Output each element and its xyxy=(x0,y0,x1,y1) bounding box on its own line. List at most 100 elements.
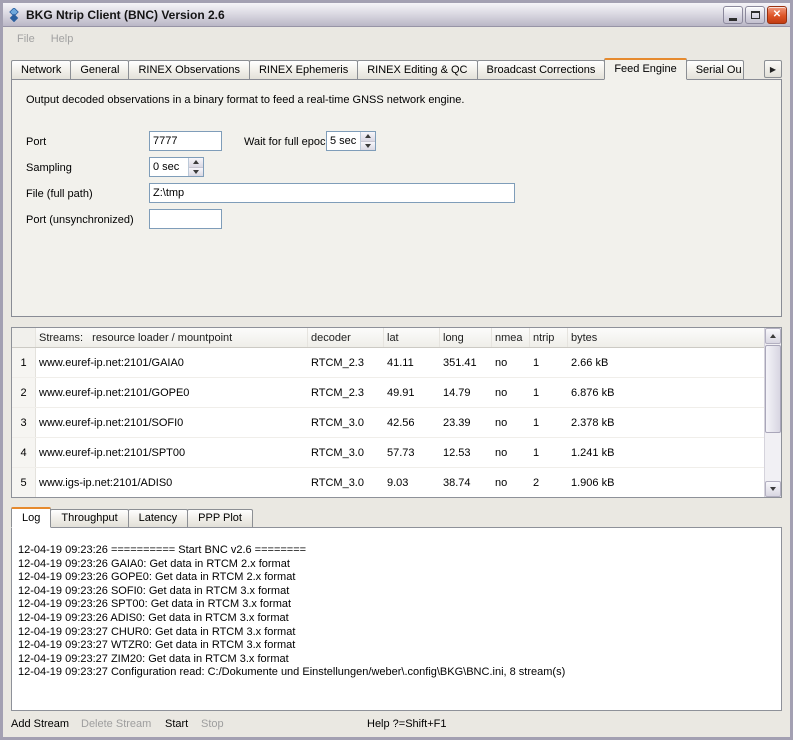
cell-decoder[interactable]: RTCM_2.3 xyxy=(308,348,384,377)
cell-decoder[interactable]: RTCM_2.3 xyxy=(308,378,384,407)
wait-epoch-up-button[interactable] xyxy=(361,132,375,142)
header-ntrip[interactable]: ntrip xyxy=(530,328,568,347)
row-number[interactable]: 2 xyxy=(12,378,36,407)
bottom-tab-bar: Log Throughput Latency PPP Plot xyxy=(11,506,782,527)
header-lat[interactable]: lat xyxy=(384,328,440,347)
table-row[interactable]: 2 www.euref-ip.net:2101/GOPE0 RTCM_2.3 4… xyxy=(12,378,781,408)
menu-help[interactable]: Help xyxy=(43,30,82,48)
tab-serial-output[interactable]: Serial Ou xyxy=(686,60,744,79)
header-bytes[interactable]: bytes xyxy=(568,328,781,347)
cell-lat[interactable]: 41.11 xyxy=(384,348,440,377)
tab-ppp-plot[interactable]: PPP Plot xyxy=(187,509,253,527)
table-row[interactable]: 3 www.euref-ip.net:2101/SOFI0 RTCM_3.0 4… xyxy=(12,408,781,438)
row-number[interactable]: 1 xyxy=(12,348,36,377)
minimize-button[interactable] xyxy=(723,6,743,24)
cell-bytes[interactable]: 1.906 kB xyxy=(568,468,781,497)
cell-long[interactable]: 23.39 xyxy=(440,408,492,437)
cell-nmea[interactable]: no xyxy=(492,438,530,467)
feed-engine-description: Output decoded observations in a binary … xyxy=(26,94,464,106)
cell-lat[interactable]: 57.73 xyxy=(384,438,440,467)
row-number[interactable]: 3 xyxy=(12,408,36,437)
menu-file[interactable]: File xyxy=(9,30,43,48)
header-mountpoint[interactable]: Streams: resource loader / mountpoint xyxy=(36,328,308,347)
cell-ntrip[interactable]: 1 xyxy=(530,378,568,407)
table-row[interactable]: 5 www.igs-ip.net:2101/ADIS0 RTCM_3.0 9.0… xyxy=(12,468,781,498)
arrow-up-icon xyxy=(770,334,776,338)
scroll-down-button[interactable] xyxy=(765,481,781,497)
cell-nmea[interactable]: no xyxy=(492,408,530,437)
tab-general[interactable]: General xyxy=(70,60,129,79)
scroll-up-button[interactable] xyxy=(765,328,781,344)
cell-decoder[interactable]: RTCM_3.0 xyxy=(308,408,384,437)
header-decoder[interactable]: decoder xyxy=(308,328,384,347)
cell-lat[interactable]: 9.03 xyxy=(384,468,440,497)
cell-nmea[interactable]: no xyxy=(492,378,530,407)
cell-bytes[interactable]: 6.876 kB xyxy=(568,378,781,407)
cell-bytes[interactable]: 1.241 kB xyxy=(568,438,781,467)
cell-ntrip[interactable]: 1 xyxy=(530,438,568,467)
cell-lat[interactable]: 42.56 xyxy=(384,408,440,437)
sampling-spinner[interactable]: 0 sec xyxy=(149,157,204,177)
cell-long[interactable]: 14.79 xyxy=(440,378,492,407)
titlebar[interactable]: BKG Ntrip Client (BNC) Version 2.6 ✕ xyxy=(3,3,790,27)
cell-long[interactable]: 12.53 xyxy=(440,438,492,467)
add-stream-button[interactable]: Add Stream xyxy=(11,718,69,730)
tab-throughput[interactable]: Throughput xyxy=(50,509,128,527)
file-path-label: File (full path) xyxy=(26,188,93,200)
log-line: 12-04-19 09:23:26 ADIS0: Get data in RTC… xyxy=(18,612,775,626)
cell-long[interactable]: 351.41 xyxy=(440,348,492,377)
log-line: 12-04-19 09:23:26 SOFI0: Get data in RTC… xyxy=(18,585,775,599)
header-long[interactable]: long xyxy=(440,328,492,347)
start-button[interactable]: Start xyxy=(165,718,188,730)
wait-epoch-spinner[interactable]: 5 sec xyxy=(326,131,376,151)
close-button[interactable]: ✕ xyxy=(767,6,787,24)
cell-mountpoint[interactable]: www.euref-ip.net:2101/GOPE0 xyxy=(36,378,308,407)
cell-lat[interactable]: 49.91 xyxy=(384,378,440,407)
cell-nmea[interactable]: no xyxy=(492,468,530,497)
sampling-down-button[interactable] xyxy=(189,168,203,177)
cell-mountpoint[interactable]: www.euref-ip.net:2101/GAIA0 xyxy=(36,348,308,377)
table-row[interactable]: 1 www.euref-ip.net:2101/GAIA0 RTCM_2.3 4… xyxy=(12,348,781,378)
tab-rinex-editing-qc[interactable]: RINEX Editing & QC xyxy=(357,60,477,79)
table-scrollbar[interactable] xyxy=(764,328,781,497)
streams-table: Streams: resource loader / mountpoint de… xyxy=(11,327,782,498)
tab-broadcast-corrections[interactable]: Broadcast Corrections xyxy=(477,60,606,79)
window-title: BKG Ntrip Client (BNC) Version 2.6 xyxy=(26,8,721,22)
cell-ntrip[interactable]: 2 xyxy=(530,468,568,497)
arrow-down-icon xyxy=(365,144,371,148)
row-number[interactable]: 5 xyxy=(12,468,36,497)
scroll-thumb[interactable] xyxy=(765,345,781,433)
delete-stream-button[interactable]: Delete Stream xyxy=(81,718,151,730)
header-nmea[interactable]: nmea xyxy=(492,328,530,347)
cell-bytes[interactable]: 2.378 kB xyxy=(568,408,781,437)
tab-rinex-ephemeris[interactable]: RINEX Ephemeris xyxy=(249,60,358,79)
port-unsync-input[interactable] xyxy=(149,209,222,229)
cell-mountpoint[interactable]: www.euref-ip.net:2101/SOFI0 xyxy=(36,408,308,437)
tab-network[interactable]: Network xyxy=(11,60,71,79)
cell-mountpoint[interactable]: www.igs-ip.net:2101/ADIS0 xyxy=(36,468,308,497)
tab-scroll-right-button[interactable]: ▶ xyxy=(764,60,782,78)
tab-latency[interactable]: Latency xyxy=(128,509,189,527)
tab-rinex-observations[interactable]: RINEX Observations xyxy=(128,60,249,79)
tab-feed-engine[interactable]: Feed Engine xyxy=(604,58,686,80)
wait-epoch-down-button[interactable] xyxy=(361,142,375,151)
cell-long[interactable]: 38.74 xyxy=(440,468,492,497)
cell-ntrip[interactable]: 1 xyxy=(530,348,568,377)
table-row[interactable]: 4 www.euref-ip.net:2101/SPT00 RTCM_3.0 5… xyxy=(12,438,781,468)
cell-nmea[interactable]: no xyxy=(492,348,530,377)
tab-log[interactable]: Log xyxy=(11,507,51,528)
cell-bytes[interactable]: 2.66 kB xyxy=(568,348,781,377)
port-input[interactable] xyxy=(149,131,222,151)
stop-button[interactable]: Stop xyxy=(201,718,224,730)
file-path-input[interactable] xyxy=(149,183,515,203)
maximize-button[interactable] xyxy=(745,6,765,24)
log-line: 12-04-19 09:23:27 CHUR0: Get data in RTC… xyxy=(18,626,775,640)
port-unsync-label: Port (unsynchronized) xyxy=(26,214,134,226)
row-number[interactable]: 4 xyxy=(12,438,36,467)
sampling-up-button[interactable] xyxy=(189,158,203,168)
cell-decoder[interactable]: RTCM_3.0 xyxy=(308,468,384,497)
cell-ntrip[interactable]: 1 xyxy=(530,408,568,437)
log-line: 12-04-19 09:23:27 WTZR0: Get data in RTC… xyxy=(18,639,775,653)
cell-mountpoint[interactable]: www.euref-ip.net:2101/SPT00 xyxy=(36,438,308,467)
cell-decoder[interactable]: RTCM_3.0 xyxy=(308,438,384,467)
